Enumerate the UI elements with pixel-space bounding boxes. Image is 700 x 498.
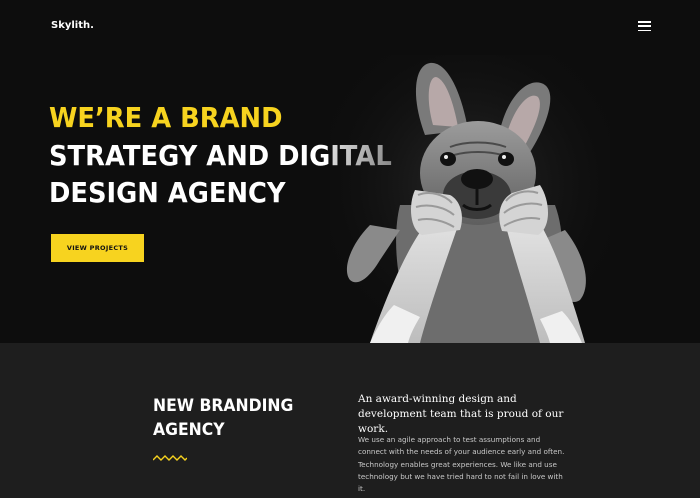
view-projects-button[interactable]: VIEW PROJECTS	[51, 234, 144, 262]
dog-photo	[330, 55, 610, 343]
site-logo[interactable]: Skylith.	[51, 20, 94, 31]
about-body-text: We use an agile approach to test assumpt…	[358, 435, 565, 494]
about-heading-line-1: NEW BRANDING	[153, 396, 294, 416]
hamburger-menu-icon[interactable]	[638, 21, 651, 31]
about-section: NEW BRANDING AGENCY An award-winning des…	[0, 343, 700, 498]
about-lead-text: An award-winning design and development …	[358, 393, 564, 435]
about-heading-line-2: AGENCY	[153, 420, 225, 440]
hero-section: Skylith. WE’RE A BRAND STRATEGY AND DIGI…	[0, 0, 700, 343]
zigzag-divider-icon	[153, 455, 187, 461]
about-heading: NEW BRANDING AGENCY	[153, 394, 293, 442]
site-header: Skylith.	[0, 0, 700, 56]
